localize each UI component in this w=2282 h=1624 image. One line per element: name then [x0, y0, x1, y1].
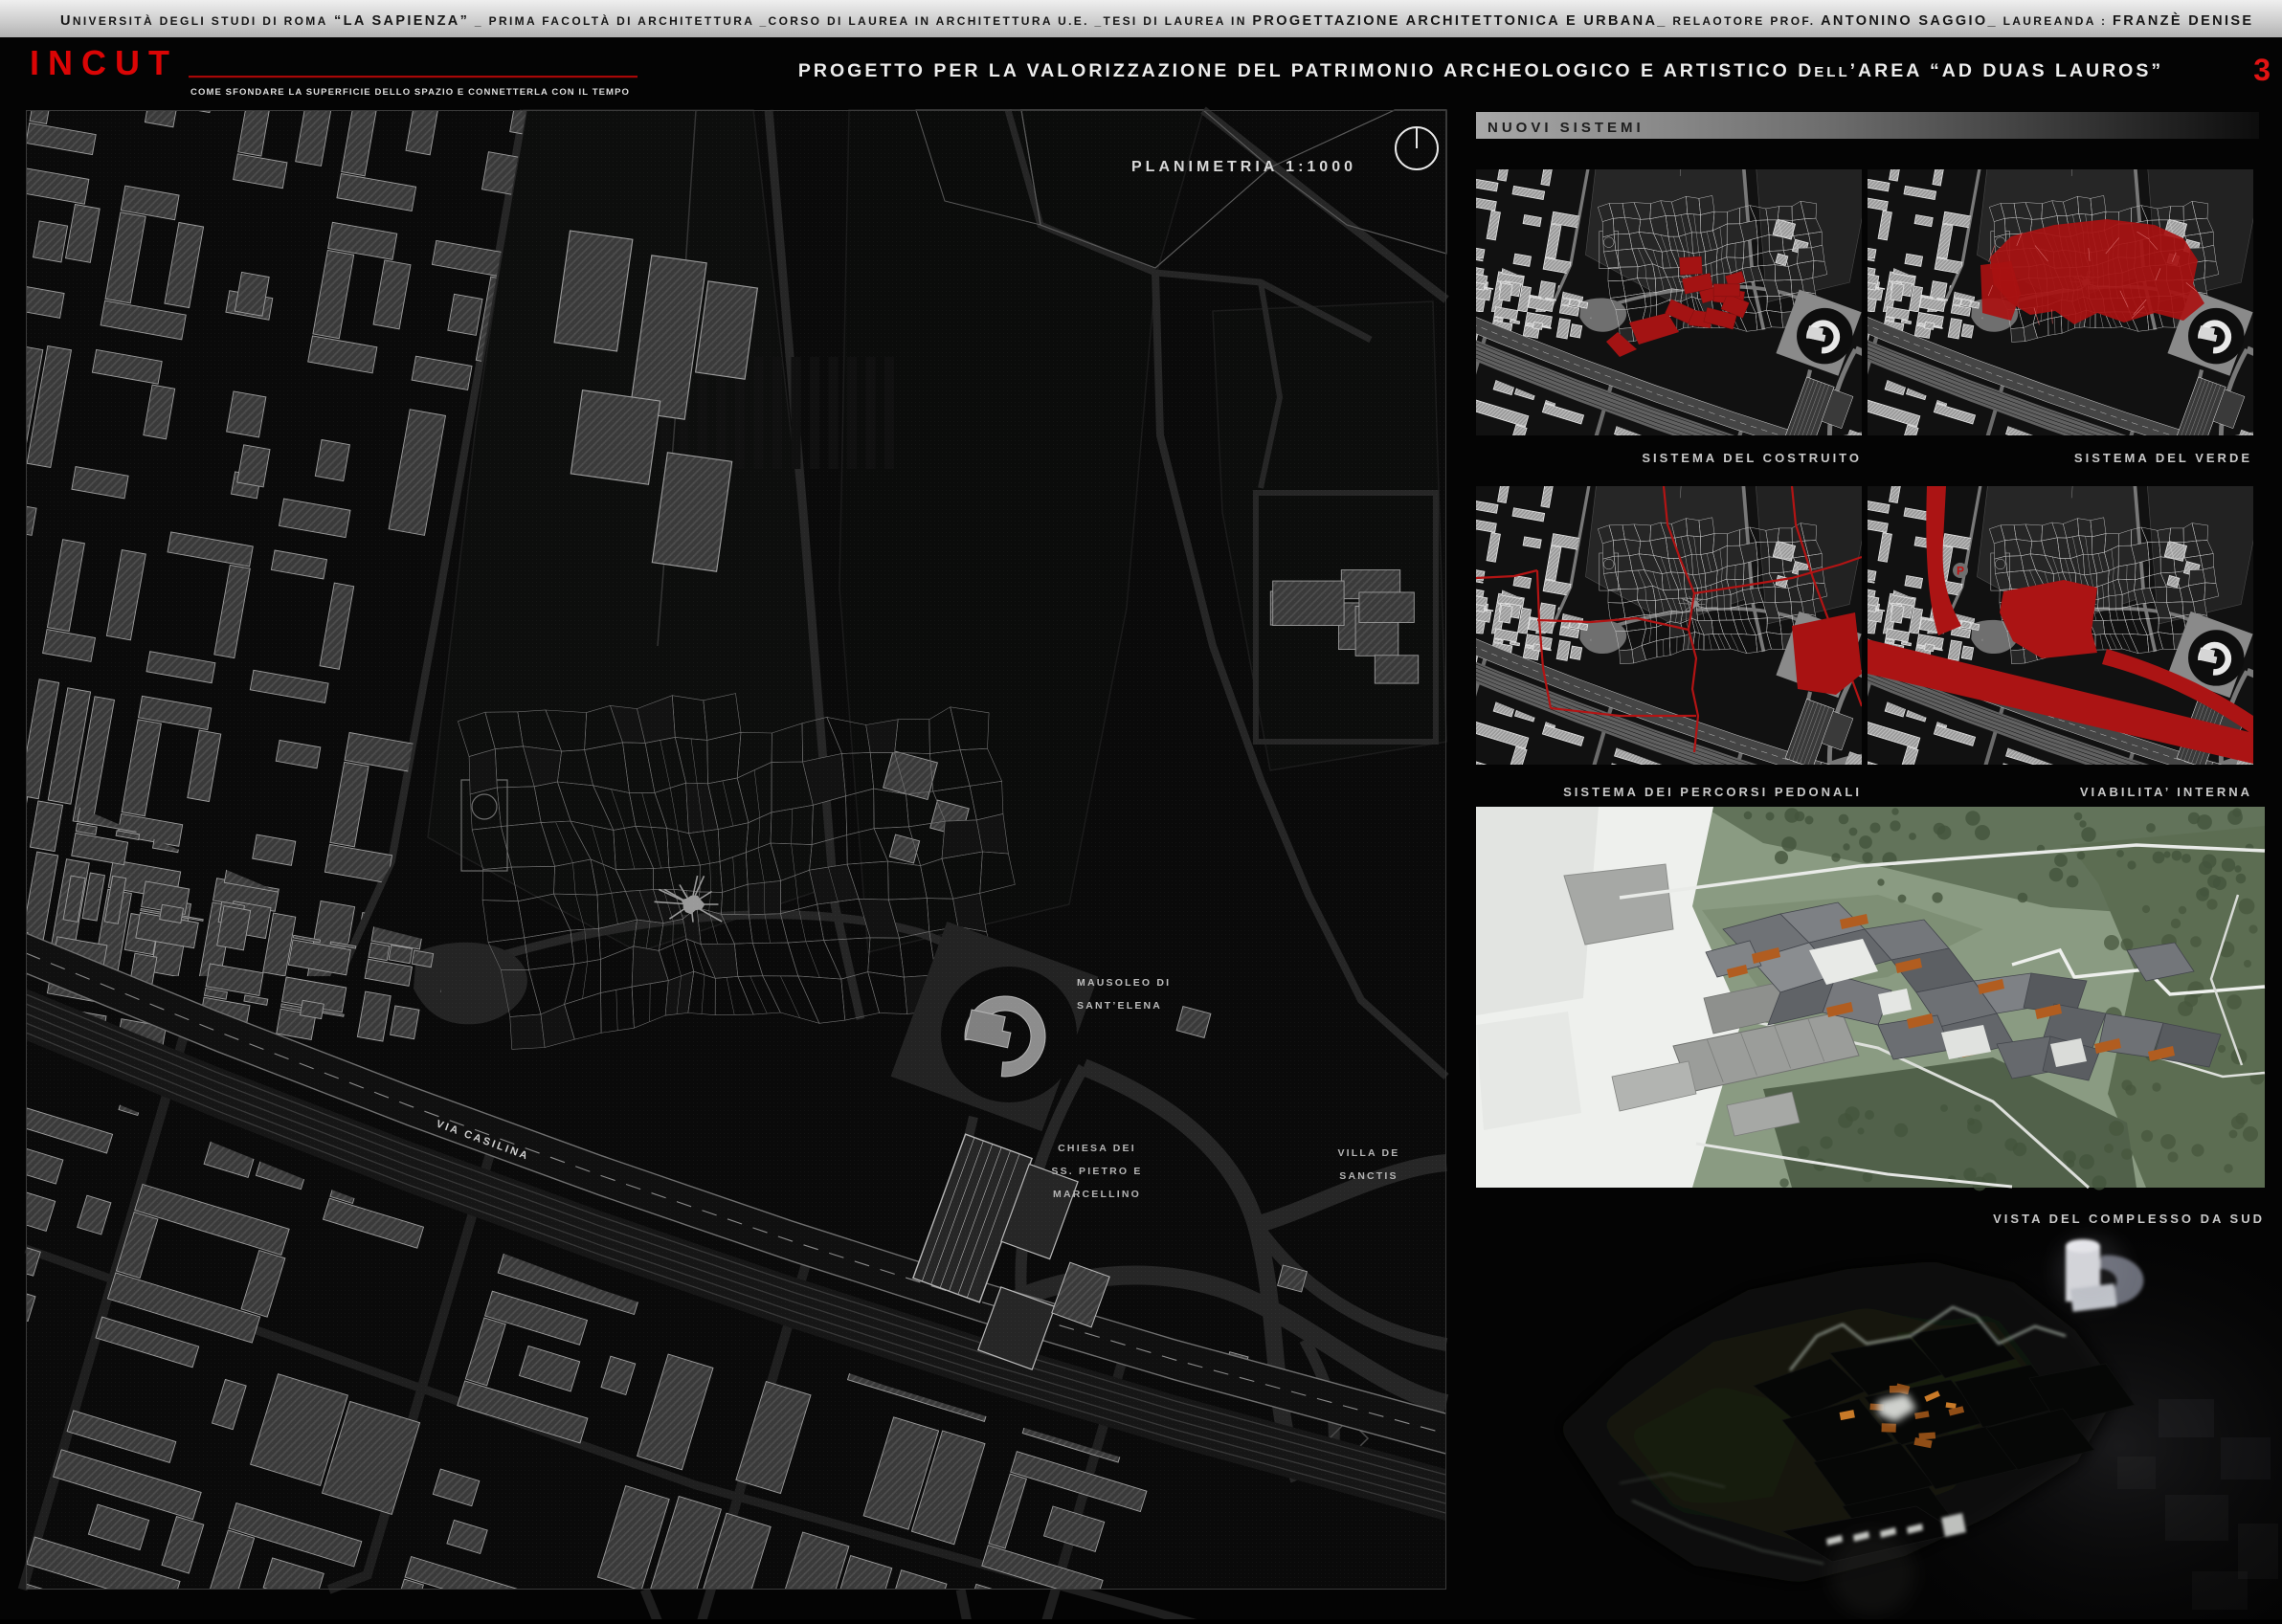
svg-text:UNIVERSITÀ DEGLI STUDI DI ROMA: UNIVERSITÀ DEGLI STUDI DI ROMA “LA SAPIE…: [60, 12, 2253, 29]
svg-text:PLANIMETRIA 1:1000: PLANIMETRIA 1:1000: [1131, 159, 1356, 175]
svg-text:SS. PIETRO E: SS. PIETRO E: [1051, 1166, 1142, 1177]
svg-text:VILLA DE: VILLA DE: [1337, 1147, 1399, 1159]
svg-text:PROGETTO PER LA VALORIZZAZIONE: PROGETTO PER LA VALORIZZAZIONE DEL PATRI…: [798, 60, 2163, 81]
svg-text:P: P: [1957, 565, 1964, 578]
svg-text:MAUSOLEO DI: MAUSOLEO DI: [1077, 977, 1171, 989]
svg-text:NUOVI SISTEMI: NUOVI SISTEMI: [1488, 120, 1644, 136]
svg-text:VISTA DEL COMPLESSO DA SUD: VISTA DEL COMPLESSO DA SUD: [1993, 1212, 2265, 1226]
svg-text:SISTEMA DEL VERDE: SISTEMA DEL VERDE: [2074, 451, 2252, 465]
svg-text:CHIESA DEI: CHIESA DEI: [1058, 1143, 1136, 1154]
svg-text:SANCTIS: SANCTIS: [1339, 1170, 1398, 1182]
svg-text:SISTEMA DEL COSTRUITO: SISTEMA DEL COSTRUITO: [1642, 451, 1862, 465]
svg-text:COME SFONDARE LA SUPERFICIE DE: COME SFONDARE LA SUPERFICIE DELLO SPAZIO…: [190, 87, 630, 98]
svg-text:VIABILITA’ INTERNA: VIABILITA’ INTERNA: [2080, 785, 2252, 799]
svg-text:SANT’ELENA: SANT’ELENA: [1077, 1000, 1162, 1012]
svg-text:3: 3: [2253, 53, 2271, 87]
svg-text:MARCELLINO: MARCELLINO: [1053, 1189, 1141, 1200]
svg-text:INCUT: INCUT: [30, 43, 178, 82]
svg-text:SISTEMA DEI PERCORSI PEDONALI: SISTEMA DEI PERCORSI PEDONALI: [1563, 785, 1862, 799]
